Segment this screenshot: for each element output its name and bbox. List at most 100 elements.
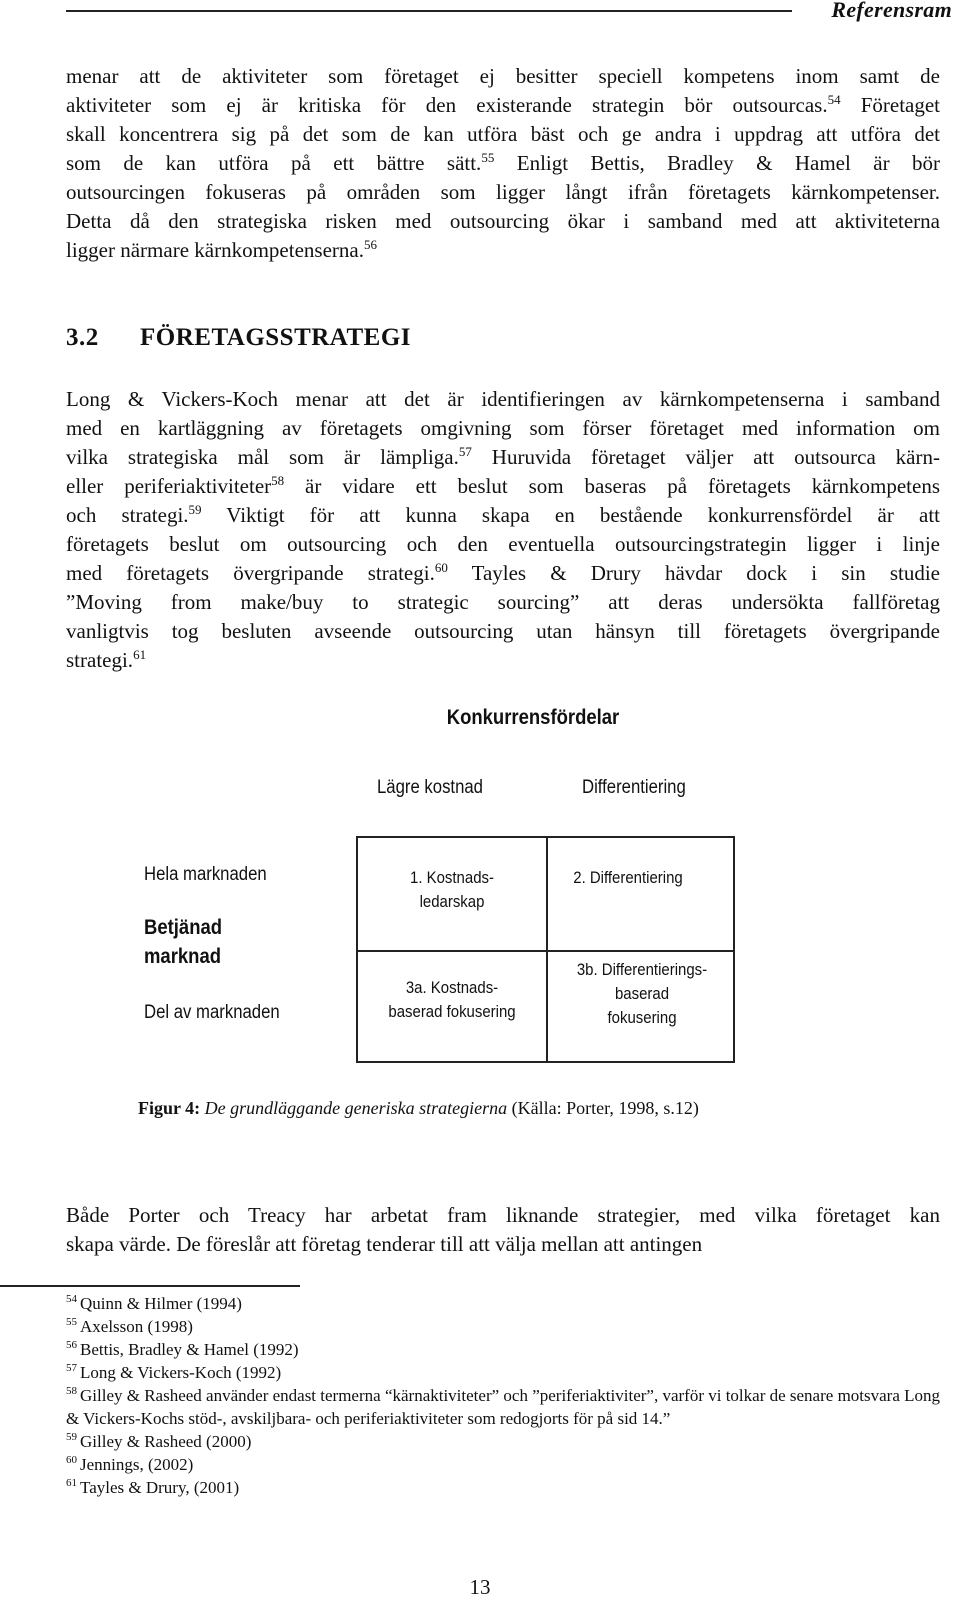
footnote-marker: 60	[434, 560, 448, 575]
footnote-number: 55	[66, 1316, 77, 1329]
section-paragraph: Long & Vickers-Koch menar att det är ide…	[66, 385, 940, 675]
text-run: strategi.	[66, 648, 134, 672]
footnote: 58 Gilley & Rasheed använder endast terme…	[66, 1384, 940, 1430]
column-label-differentiation: Differentiering	[582, 777, 686, 798]
footnotes: 54 Quinn & Hilmer (1994) 55 Axelsson (1998)…	[66, 1292, 940, 1499]
section-heading: 3.2 FÖRETAGSSTRATEGI	[66, 324, 411, 352]
footnote-number: 58	[66, 1385, 77, 1398]
footnote: 57 Long & Vickers-Koch (1992)	[66, 1361, 940, 1384]
text-run: Huruvida företaget väljer att outsourca …	[471, 445, 940, 469]
text-line: vilka strategiska mål som är lämpliga.57…	[66, 443, 940, 472]
caption-title: De grundläggande generiska strategierna	[204, 1098, 508, 1118]
strategy-matrix: 1. Kostnads- ledarskap 2. Differentierin…	[356, 836, 735, 1063]
footnote-text: Bettis, Bradley & Hamel (1992)	[80, 1340, 299, 1359]
cell-differentiation-focus: 3b. Differentierings- baserad fokusering	[576, 960, 708, 1027]
footnote-marker: 57	[458, 444, 472, 459]
text-line: Både Porter och Treacy har arbetat fram …	[66, 1201, 940, 1230]
caption-label: Figur 4:	[138, 1098, 201, 1118]
cell-differentiation: 2. Differentiering	[573, 868, 683, 887]
footnote-number: 60	[66, 1454, 77, 1467]
footnote-number: 61	[66, 1477, 77, 1490]
text-run: outsourcingen fokuseras på områden som l…	[66, 180, 940, 204]
text-line: ”Moving from make/buy to strategic sourc…	[66, 588, 940, 617]
text-line: Long & Vickers-Koch menar att det är ide…	[66, 385, 940, 414]
footnote-number: 56	[66, 1339, 77, 1352]
text-line: aktiviteter som ej är kritiska för den e…	[66, 91, 940, 120]
section-title: FÖRETAGSSTRATEGI	[140, 324, 412, 351]
footnote: 55 Axelsson (1998)	[66, 1315, 940, 1338]
figure-title: Konkurrensfördelar	[446, 706, 620, 729]
row-label-part-of-market: Del av marknaden	[144, 1002, 280, 1023]
footnote-text: Gilley & Rasheed använder endast termern…	[66, 1386, 941, 1428]
text-line: skall koncentrera sig på det som de kan …	[66, 120, 940, 149]
footnote-marker: 54	[827, 92, 841, 107]
text-line: ligger närmare kärnkompetenserna.56	[66, 236, 940, 265]
text-line: skapa värde. De föreslår att företag ten…	[66, 1230, 940, 1259]
footnote-number: 59	[66, 1431, 77, 1444]
text-run: med företagets övergripande strategi.	[66, 561, 435, 585]
text-line: med företagets övergripande strategi.60 …	[66, 559, 940, 588]
footnote: 54 Quinn & Hilmer (1994)	[66, 1292, 940, 1315]
cell-cost-focus: 3a. Kostnads- baserad fokusering	[388, 978, 516, 1021]
text-run: Både Porter och Treacy har arbetat fram …	[66, 1203, 940, 1227]
text-run: som de kan utföra på ett bättre sätt.	[66, 151, 482, 175]
text-line: som de kan utföra på ett bättre sätt.55 …	[66, 149, 940, 178]
running-header-title: Referensram	[831, 0, 952, 22]
text-run: skall koncentrera sig på det som de kan …	[66, 122, 940, 146]
footnote: 56 Bettis, Bradley & Hamel (1992)	[66, 1338, 940, 1361]
matrix-horizontal-divider	[358, 950, 733, 952]
cell-cost-leadership: 1. Kostnads- ledarskap	[409, 868, 494, 911]
row-label-served-market: Betjänad marknad	[144, 916, 223, 968]
text-line: strategi.61	[66, 646, 940, 675]
text-run: är vidare ett beslut som baseras på före…	[284, 474, 940, 498]
section-number: 3.2	[66, 324, 99, 351]
text-run: skapa värde. De föreslår att företag ten…	[66, 1232, 703, 1256]
text-line: Detta då den strategiska risken med outs…	[66, 207, 940, 236]
text-line: eller periferiaktiviteter58 är vidare et…	[66, 472, 940, 501]
figure-caption: Figur 4: De grundläggande generiska stra…	[138, 1098, 699, 1119]
text-run: Enligt Bettis, Bradley & Hamel är bör	[494, 151, 940, 175]
header-rule	[66, 10, 792, 12]
footnote-separator	[0, 1285, 300, 1287]
footnote-text: Long & Vickers-Koch (1992)	[80, 1363, 282, 1382]
text-line: och strategi.59 Viktigt för att kunna sk…	[66, 501, 940, 530]
text-run: Företaget	[840, 93, 940, 117]
text-line: företagets beslut om outsourcing och den…	[66, 530, 940, 559]
caption-source: (Källa: Porter, 1998, s.12)	[511, 1098, 699, 1118]
text-run: med en kartläggning av företagets omgivn…	[66, 416, 940, 440]
closing-paragraph: Både Porter och Treacy har arbetat fram …	[66, 1201, 940, 1259]
text-run: vanligtvis tog besluten avseende outsour…	[66, 619, 940, 643]
column-label-low-cost: Lägre kostnad	[377, 777, 483, 798]
text-run: Viktigt för att kunna skapa en bestående…	[201, 503, 940, 527]
text-run: eller periferiaktiviteter	[66, 474, 272, 498]
text-run: menar att de aktiviteter som företaget e…	[66, 64, 940, 88]
text-run: Long & Vickers-Koch menar att det är ide…	[66, 387, 940, 411]
text-run: företagets beslut om outsourcing och den…	[66, 532, 940, 556]
page-number: 13	[469, 1575, 491, 1599]
text-line: med en kartläggning av företagets omgivn…	[66, 414, 940, 443]
footnote-marker: 58	[271, 473, 285, 488]
text-run: ”Moving from make/buy to strategic sourc…	[66, 590, 940, 614]
text-run: och strategi.	[66, 503, 189, 527]
text-run: Tayles & Drury hävdar dock i sin studie	[447, 561, 940, 585]
footnote-marker: 56	[363, 237, 377, 252]
text-run: vilka strategiska mål som är lämpliga.	[66, 445, 459, 469]
footnote-text: Gilley & Rasheed (2000)	[80, 1432, 252, 1451]
footnote: 60 Jennings, (2002)	[66, 1453, 940, 1476]
footnote-marker: 61	[133, 647, 147, 662]
footnote-number: 57	[66, 1362, 77, 1375]
footnote-marker: 59	[188, 502, 202, 517]
footnote-marker: 55	[481, 150, 495, 165]
footnote-text: Axelsson (1998)	[80, 1317, 193, 1336]
footnote: 61 Tayles & Drury, (2001)	[66, 1476, 940, 1499]
footnote-number: 54	[66, 1293, 77, 1306]
text-line: outsourcingen fokuseras på områden som l…	[66, 178, 940, 207]
text-line: menar att de aktiviteter som företaget e…	[66, 62, 940, 91]
text-run: aktiviteter som ej är kritiska för den e…	[66, 93, 828, 117]
footnote: 59 Gilley & Rasheed (2000)	[66, 1430, 940, 1453]
footnote-text: Tayles & Drury, (2001)	[80, 1478, 240, 1497]
text-run: ligger närmare kärnkompetenserna.	[66, 238, 364, 262]
row-label-whole-market: Hela marknaden	[144, 864, 267, 885]
footnote-text: Jennings, (2002)	[80, 1455, 194, 1474]
intro-paragraph: menar att de aktiviteter som företaget e…	[66, 62, 940, 265]
